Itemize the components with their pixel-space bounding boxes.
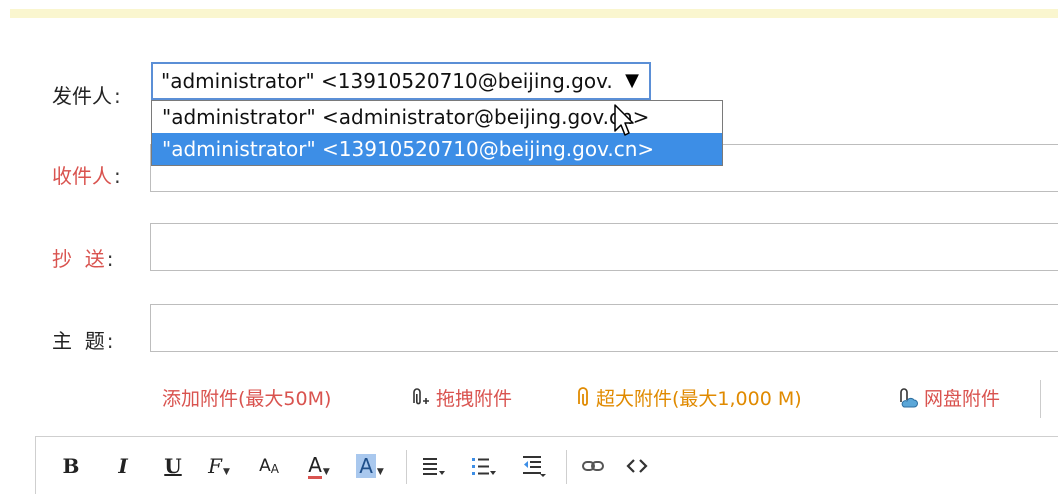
mouse-cursor-icon [614,104,634,136]
chevron-down-icon: ▼ [222,467,230,477]
chevron-down-icon: ▼ [376,467,384,477]
font-color-button[interactable]: A ▼ [302,449,336,483]
bold-button[interactable]: B [58,449,84,483]
large-attachment-link[interactable]: 超大附件(最大1,000 M) [576,384,802,411]
indent-button[interactable] [516,449,550,483]
netdisk-attachment-link[interactable]: 网盘附件 [896,384,1000,411]
chevron-down-icon: ▼ [322,467,330,477]
code-icon [626,459,648,473]
subject-field[interactable] [150,304,1058,352]
sender-select[interactable]: "administrator" <13910520710@beijing.gov… [151,62,651,100]
list-icon [472,458,496,475]
bullet-list-button[interactable] [466,449,500,483]
cc-field[interactable] [150,223,1058,271]
cc-label: 抄 送: [52,247,114,271]
sender-select-value: "administrator" <13910520710@beijing.gov… [161,69,613,93]
link-icon [582,461,604,471]
to-label: 收件人: [52,164,121,188]
align-button[interactable] [416,449,450,483]
paperclip-plus-icon [413,387,429,404]
font-family-button[interactable]: F ▼ [202,449,236,483]
cloud-paperclip-icon [900,387,918,407]
top-notice-bar [10,9,1058,18]
dropdown-arrow-icon[interactable]: ▼ [625,64,639,98]
subject-label: 主 题: [52,329,114,353]
source-code-button[interactable] [620,449,654,483]
background-color-button[interactable]: A ▼ [352,449,388,483]
sender-label: 发件人: [52,84,121,108]
toolbar-divider [566,450,567,484]
toolbar-divider [406,450,407,484]
divider [1040,380,1041,418]
drag-attachment-link[interactable]: 拖拽附件 [408,384,512,411]
font-size-button[interactable]: AA [252,449,286,483]
indent-icon [523,456,546,477]
add-attachment-link[interactable]: 添加附件(最大50M) [162,384,331,411]
paperclip-icon [578,386,588,406]
align-left-icon [423,458,445,475]
link-button[interactable] [576,449,610,483]
italic-button[interactable]: I [110,449,136,483]
underline-button[interactable]: U [160,449,186,483]
